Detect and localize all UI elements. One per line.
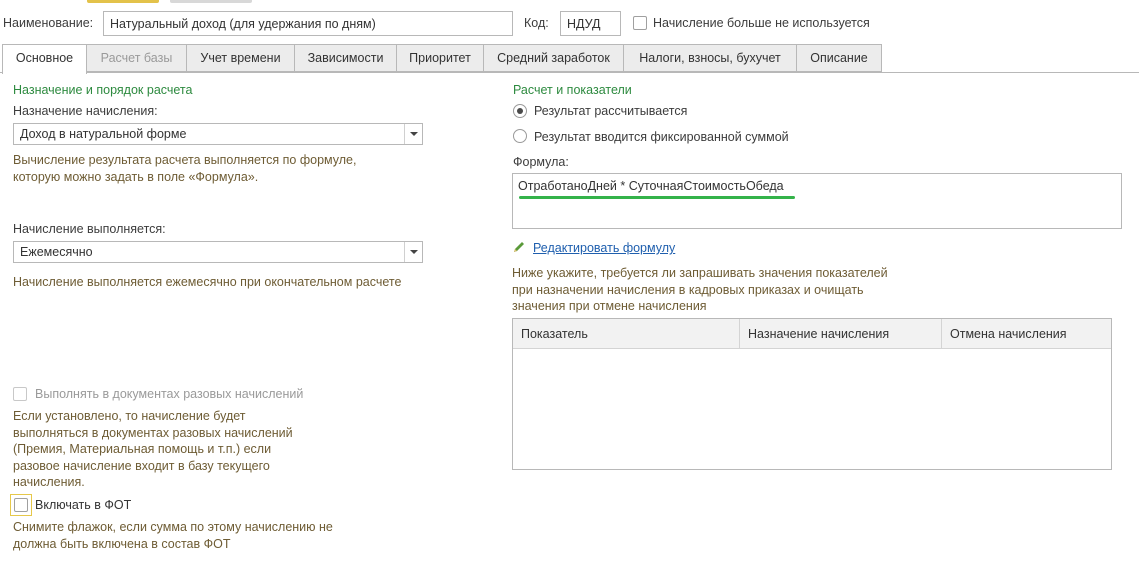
code-label: Код:: [524, 16, 549, 30]
code-field[interactable]: НДУД: [560, 11, 621, 36]
tab-bar: Основное Расчет базы Учет времени Зависи…: [0, 44, 1139, 74]
formula-label: Формула:: [513, 155, 569, 169]
calc-section-title: Расчет и показатели: [513, 83, 632, 97]
radio-fixed-label: Результат вводится фиксированной суммой: [534, 130, 789, 144]
formula-value: ОтработаноДней * СуточнаяСтоимостьОбеда: [518, 179, 784, 193]
tab-base-calculation[interactable]: Расчет базы: [87, 44, 187, 72]
execution-hint: Начисление выполняется ежемесячно при ок…: [13, 275, 402, 289]
tab-main[interactable]: Основное: [2, 44, 87, 74]
pencil-icon[interactable]: [512, 240, 526, 254]
column-header-indicator[interactable]: Показатель: [513, 319, 739, 348]
purpose-hint: Вычисление результата расчета выполняетс…: [13, 153, 357, 184]
tab-time-accounting[interactable]: Учет времени: [187, 44, 295, 72]
one-time-hint: Если установлено, то начисление будет вы…: [13, 409, 293, 489]
formula-field[interactable]: ОтработаноДней * СуточнаяСтоимостьОбеда: [512, 173, 1122, 229]
purpose-select-value: Доход в натуральной форме: [20, 127, 187, 141]
chevron-down-icon[interactable]: [404, 124, 422, 144]
indicators-hint: Ниже укажите, требуется ли запрашивать з…: [512, 266, 888, 313]
radio-fixed[interactable]: [513, 129, 527, 143]
not-used-label: Начисление больше не используется: [653, 16, 870, 30]
not-used-checkbox[interactable]: [633, 16, 647, 30]
tab-taxes[interactable]: Налоги, взносы, бухучет: [624, 44, 797, 72]
edit-formula-link[interactable]: Редактировать формулу: [533, 241, 675, 255]
column-header-cancellation[interactable]: Отмена начисления: [942, 319, 1112, 348]
tab-dependencies[interactable]: Зависимости: [295, 44, 397, 72]
name-label: Наименование:: [3, 16, 94, 30]
chevron-down-icon[interactable]: [404, 242, 422, 262]
radio-calculated[interactable]: [513, 104, 527, 118]
one-time-checkbox[interactable]: [13, 387, 27, 401]
fot-label: Включать в ФОТ: [35, 498, 132, 512]
formula-highlight-underline: [519, 196, 795, 199]
toolbar-button-secondary[interactable]: [170, 0, 252, 3]
indicators-table[interactable]: Показатель Назначение начисления Отмена …: [512, 318, 1112, 470]
fot-hint: Снимите флажок, если сумма по этому начи…: [13, 520, 333, 551]
name-field[interactable]: Натуральный доход (для удержания по дням…: [103, 11, 513, 36]
fot-checkbox[interactable]: [14, 498, 28, 512]
tab-priority[interactable]: Приоритет: [397, 44, 484, 72]
column-header-assignment[interactable]: Назначение начисления: [740, 319, 940, 348]
purpose-select[interactable]: Доход в натуральной форме: [13, 123, 423, 145]
one-time-label: Выполнять в документах разовых начислени…: [35, 387, 304, 401]
indicators-table-body[interactable]: [513, 349, 1111, 469]
execution-select[interactable]: Ежемесячно: [13, 241, 423, 263]
purpose-section-title: Назначение и порядок расчета: [13, 83, 193, 97]
radio-calculated-label: Результат рассчитывается: [534, 104, 688, 118]
execution-label: Начисление выполняется:: [13, 222, 166, 236]
tab-average-earnings[interactable]: Средний заработок: [484, 44, 624, 72]
execution-select-value: Ежемесячно: [20, 245, 93, 259]
indicators-table-header: Показатель Назначение начисления Отмена …: [513, 319, 1111, 349]
tab-description[interactable]: Описание: [797, 44, 882, 72]
toolbar-button-primary[interactable]: [87, 0, 159, 3]
purpose-label: Назначение начисления:: [13, 104, 158, 118]
